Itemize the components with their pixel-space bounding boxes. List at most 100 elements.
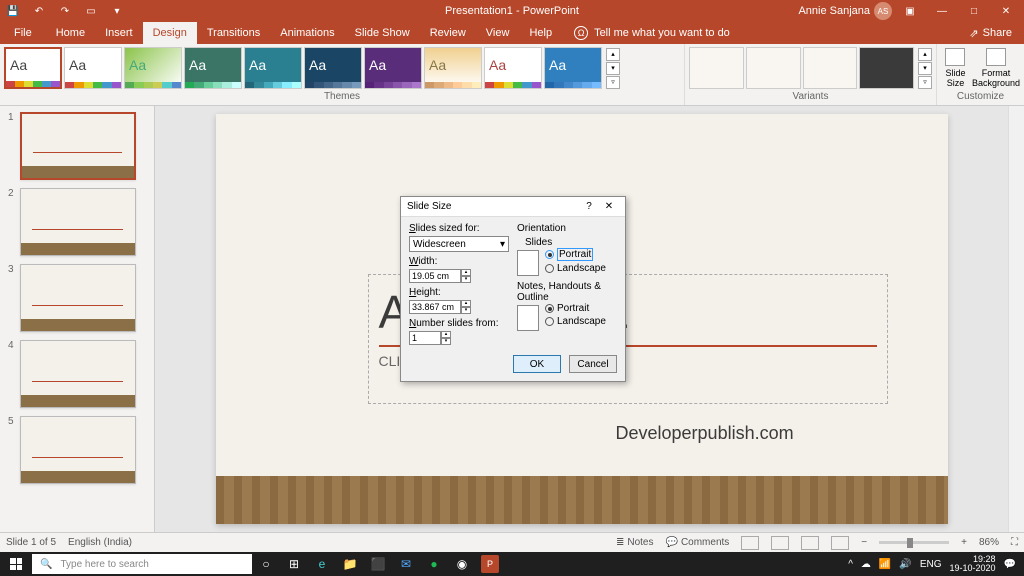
store-icon[interactable]: ⬛ [364,552,392,576]
variant-thumb-4[interactable] [859,47,914,89]
tray-expand-icon[interactable]: ^ [848,559,853,570]
onedrive-icon[interactable]: ☁ [861,559,871,570]
zoom-slider[interactable] [879,541,949,544]
mail-icon[interactable]: ✉ [392,552,420,576]
ribbon-display-icon[interactable]: ▣ [896,1,924,21]
slide-item-3[interactable]: 3 [0,264,154,340]
fit-to-window-icon[interactable]: ⛶ [1011,537,1018,548]
qat-more-icon[interactable]: ▾ [108,2,126,20]
tab-help[interactable]: Help [519,22,562,44]
slide-item-1[interactable]: 1 [0,112,154,188]
cancel-button[interactable]: Cancel [569,355,617,373]
notes-portrait-radio[interactable]: Portrait [545,303,606,314]
slideshow-view-icon[interactable] [831,536,849,550]
notes-button[interactable]: ≣Notes [616,537,654,548]
clock[interactable]: 19:28 19-10-2020 [950,555,996,573]
spin-down-icon[interactable]: ▾ [441,338,451,345]
theme-thumb-2[interactable]: Aa [64,47,122,89]
variant-scroll-down-icon[interactable]: ▾ [918,62,932,75]
notes-landscape-radio[interactable]: Landscape [545,316,606,327]
chrome-icon[interactable]: ◉ [448,552,476,576]
tab-review[interactable]: Review [420,22,476,44]
slide-item-5[interactable]: 5 [0,416,154,492]
slides-landscape-radio[interactable]: Landscape [545,263,606,274]
tab-transitions[interactable]: Transitions [197,22,270,44]
slide-size-button[interactable]: Slide Size [941,46,970,88]
theme-expand-icon[interactable]: ▿ [606,76,620,89]
user-avatar[interactable]: AS [874,2,892,20]
maximize-icon[interactable]: □ [960,1,988,21]
tab-file[interactable]: File [0,22,46,44]
tab-home[interactable]: Home [46,22,95,44]
spin-up-icon[interactable]: ▴ [441,331,451,338]
variant-thumb-2[interactable] [746,47,801,89]
dialog-titlebar[interactable]: Slide Size ? ✕ [401,197,625,217]
tab-slideshow[interactable]: Slide Show [345,22,420,44]
theme-thumb-10[interactable]: Aa [544,47,602,89]
variant-thumb-3[interactable] [803,47,858,89]
ok-button[interactable]: OK [513,355,561,373]
wifi-icon[interactable]: 📶 [879,559,891,570]
taskbar-search[interactable]: 🔍 Type here to search [32,554,252,574]
spin-down-icon[interactable]: ▾ [461,276,471,283]
redo-icon[interactable]: ↷ [56,2,74,20]
task-view-icon[interactable]: ⊞ [280,552,308,576]
number-from-input[interactable] [409,331,441,345]
format-background-button[interactable]: Format Background [972,46,1020,88]
undo-icon[interactable]: ↶ [30,2,48,20]
zoom-level[interactable]: 86% [979,537,999,548]
start-from-beginning-icon[interactable]: ▭ [82,2,100,20]
theme-thumb-6[interactable]: Aa [304,47,362,89]
variant-scroll-up-icon[interactable]: ▴ [918,48,932,61]
slide-thumb[interactable] [20,340,136,408]
theme-thumb-9[interactable]: Aa [484,47,542,89]
slide-thumb[interactable] [20,416,136,484]
variant-thumb-1[interactable] [689,47,744,89]
tab-view[interactable]: View [476,22,520,44]
zoom-out-icon[interactable]: − [861,537,867,548]
edge-icon[interactable]: e [308,552,336,576]
dialog-help-icon[interactable]: ? [579,201,599,212]
theme-thumb-7[interactable]: Aa [364,47,422,89]
tell-me-search[interactable]: Ω Tell me what you want to do [574,26,730,40]
spin-down-icon[interactable]: ▾ [461,307,471,314]
slides-portrait-radio[interactable]: Portrait [545,248,606,261]
vertical-scrollbar[interactable] [1008,106,1024,532]
language-indicator[interactable]: English (India) [68,537,132,548]
save-icon[interactable]: 💾 [4,2,22,20]
theme-scroll-up-icon[interactable]: ▴ [606,48,620,61]
theme-thumb-4[interactable]: Aa [184,47,242,89]
theme-thumb-8[interactable]: Aa [424,47,482,89]
dialog-close-icon[interactable]: ✕ [599,201,619,212]
theme-scroll-down-icon[interactable]: ▾ [606,62,620,75]
width-input[interactable] [409,269,461,283]
powerpoint-taskbar-icon[interactable]: P [481,555,499,573]
volume-icon[interactable]: 🔊 [899,559,911,570]
slide-thumb[interactable] [20,264,136,332]
width-spinner[interactable]: ▴▾ [409,269,509,283]
sorter-view-icon[interactable] [771,536,789,550]
slide-counter[interactable]: Slide 1 of 5 [6,537,56,548]
slide-item-2[interactable]: 2 [0,188,154,264]
tab-design[interactable]: Design [143,22,197,44]
language-tray[interactable]: ENG [920,559,942,570]
variant-expand-icon[interactable]: ▿ [918,76,932,89]
height-input[interactable] [409,300,461,314]
slide-thumb[interactable] [20,112,136,180]
close-icon[interactable]: ✕ [992,1,1020,21]
comments-button[interactable]: 💬Comments [665,537,729,548]
spin-up-icon[interactable]: ▴ [461,300,471,307]
number-from-spinner[interactable]: ▴▾ [409,331,509,345]
notifications-icon[interactable]: 💬 [1004,559,1016,570]
minimize-icon[interactable]: — [928,1,956,21]
slide-item-4[interactable]: 4 [0,340,154,416]
normal-view-icon[interactable] [741,536,759,550]
tab-animations[interactable]: Animations [270,22,344,44]
share-button[interactable]: ⇗ Share [957,27,1024,40]
zoom-in-icon[interactable]: + [961,537,967,548]
start-button[interactable] [0,552,32,576]
theme-thumb-5[interactable]: Aa [244,47,302,89]
explorer-icon[interactable]: 📁 [336,552,364,576]
slide-thumb[interactable] [20,188,136,256]
reading-view-icon[interactable] [801,536,819,550]
